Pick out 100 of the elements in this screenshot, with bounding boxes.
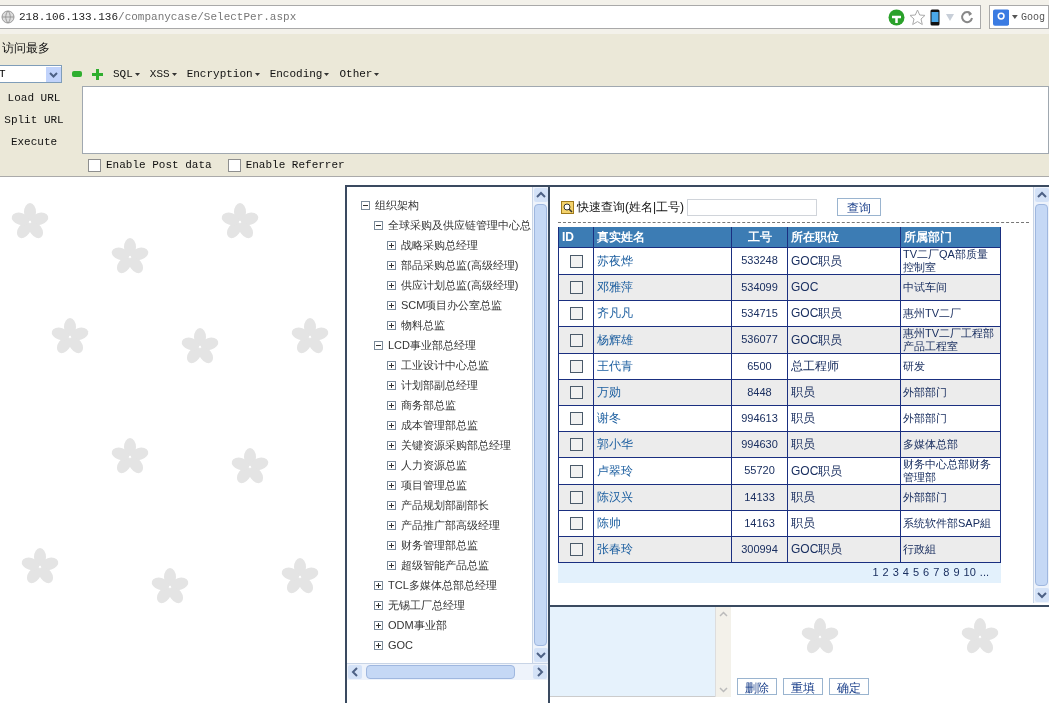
expand-icon[interactable]	[387, 400, 396, 410]
tree-item[interactable]: ODM事业部	[388, 616, 447, 634]
search-input[interactable]	[687, 198, 818, 216]
scroll-right-icon[interactable]	[532, 664, 548, 680]
expand-icon[interactable]	[387, 420, 396, 430]
horizontal-scrollbar[interactable]	[347, 663, 548, 680]
row-checkbox[interactable]	[569, 333, 583, 347]
expand-icon[interactable]	[387, 240, 396, 250]
expand-icon[interactable]	[374, 580, 383, 590]
hackbar-action[interactable]: Split URL	[4, 111, 64, 129]
scroll-thumb[interactable]	[366, 665, 515, 679]
expand-icon[interactable]	[387, 500, 396, 510]
tree-item[interactable]: 人力资源总监	[401, 456, 467, 474]
page-link[interactable]: 9	[953, 564, 960, 581]
url-text[interactable]: 218.106.133.136/companycase/SelectPer.aspx	[19, 8, 297, 26]
expand-icon[interactable]	[387, 320, 396, 330]
phone-icon[interactable]	[930, 8, 940, 26]
row-checkbox[interactable]	[569, 438, 583, 452]
tree-item[interactable]: 项目管理总监	[401, 476, 467, 494]
page-link[interactable]: 10	[963, 564, 976, 581]
menu-item[interactable]: Encoding	[269, 65, 330, 83]
search-button[interactable]: 查询	[837, 198, 882, 216]
row-checkbox[interactable]	[569, 307, 583, 321]
page-link[interactable]: 3	[892, 564, 899, 581]
row-checkbox[interactable]	[569, 543, 583, 557]
tree-item[interactable]: 计划部副总经理	[401, 376, 478, 394]
name-cell[interactable]: 陈汉兴	[593, 484, 732, 510]
page-link[interactable]: 5	[912, 564, 920, 581]
expand-icon[interactable]	[374, 600, 383, 610]
page-link[interactable]: 1	[872, 564, 879, 581]
menu-item[interactable]: Encryption	[186, 65, 260, 83]
scroll-left-icon[interactable]	[347, 664, 363, 680]
tree-item[interactable]: 物料总监	[401, 316, 445, 334]
tree-item[interactable]: 成本管理部总监	[401, 416, 478, 434]
tree-item[interactable]: 财务管理部总监	[401, 536, 478, 554]
scroll-down-icon[interactable]	[1034, 587, 1049, 603]
vertical-scrollbar[interactable]	[532, 187, 548, 663]
tree-item[interactable]: LCD事业部总经理	[388, 336, 476, 354]
name-cell[interactable]: 卢翠玲	[593, 457, 732, 484]
expand-icon[interactable]	[387, 480, 396, 490]
option-label[interactable]: Enable Referrer	[245, 156, 345, 174]
row-checkbox[interactable]	[569, 517, 583, 531]
checkbox[interactable]	[227, 158, 241, 172]
action-button[interactable]: 删除	[737, 678, 777, 695]
tree-item[interactable]: 部品采购总监(高级经理)	[401, 256, 519, 274]
name-cell[interactable]: 张春玲	[593, 536, 732, 562]
tree-item[interactable]: 组织架构	[375, 196, 419, 214]
star-icon[interactable]	[909, 8, 926, 26]
scroll-up-icon[interactable]	[1034, 187, 1049, 203]
page-link[interactable]: 4	[902, 564, 909, 581]
tree-item[interactable]: 供应计划总监(高级经理)	[401, 276, 519, 294]
expand-icon[interactable]	[387, 560, 396, 570]
tree-item[interactable]: 超级智能产品总监	[401, 556, 489, 574]
expand-icon[interactable]	[387, 360, 396, 370]
tree-item[interactable]: 产品推广部高级经理	[401, 516, 500, 534]
tree-item[interactable]: 产品规划部副部长	[401, 496, 489, 514]
expand-icon[interactable]	[387, 280, 396, 290]
page-link[interactable]: 6	[923, 564, 930, 581]
expand-icon[interactable]	[387, 260, 396, 270]
scroll-thumb[interactable]	[534, 204, 547, 646]
page-link[interactable]: 8	[943, 564, 950, 581]
page-link[interactable]: ...	[979, 564, 989, 581]
menu-item[interactable]: XSS	[149, 65, 177, 83]
option-label[interactable]: Enable Post data	[106, 156, 212, 174]
tree-item[interactable]: 关键资源采购部总经理	[401, 436, 511, 454]
expand-icon[interactable]	[387, 460, 396, 470]
row-checkbox[interactable]	[569, 412, 583, 426]
expand-icon[interactable]	[374, 640, 383, 650]
tree-item[interactable]: SCM项目办公室总监	[401, 296, 503, 314]
name-cell[interactable]: 杨辉雄	[593, 326, 732, 353]
hackbar-action[interactable]: Load URL	[7, 89, 61, 107]
name-cell[interactable]: 王代青	[593, 353, 732, 379]
hackbar-action[interactable]: Execute	[10, 133, 58, 151]
expand-icon[interactable]	[374, 620, 383, 630]
tree-item[interactable]: GOC	[388, 636, 414, 654]
tree-item[interactable]: 工业设计中心总监	[401, 356, 489, 374]
method-select[interactable]: T	[0, 65, 62, 83]
menu-item[interactable]: SQL	[113, 65, 140, 83]
tree-item[interactable]: TCL多媒体总部总经理	[388, 576, 497, 594]
scroll-down-icon[interactable]	[533, 647, 549, 663]
row-checkbox[interactable]	[569, 360, 583, 374]
row-checkbox[interactable]	[569, 491, 583, 505]
scroll-thumb[interactable]	[1035, 204, 1048, 586]
collapse-icon[interactable]	[374, 220, 383, 230]
caret-icon[interactable]	[1012, 15, 1018, 19]
name-cell[interactable]: 万勋	[593, 379, 732, 405]
name-cell[interactable]: 郭小华	[593, 431, 732, 457]
page-link[interactable]: 7	[933, 564, 940, 581]
tree-item[interactable]: 战略采购总经理	[401, 236, 478, 254]
name-cell[interactable]: 苏夜烨	[593, 247, 732, 274]
name-cell[interactable]: 谢冬	[593, 405, 732, 431]
scroll-up-icon[interactable]	[533, 187, 549, 203]
expand-icon[interactable]	[387, 540, 396, 550]
action-button[interactable]: 重填	[783, 678, 823, 695]
expand-icon[interactable]	[387, 380, 396, 390]
action-button[interactable]: 确定	[829, 678, 869, 695]
tree-item[interactable]: 无锡工厂总经理	[388, 596, 465, 614]
row-checkbox[interactable]	[569, 464, 583, 478]
collapse-icon[interactable]	[374, 340, 383, 350]
search-field[interactable]: Goog	[989, 5, 1049, 29]
